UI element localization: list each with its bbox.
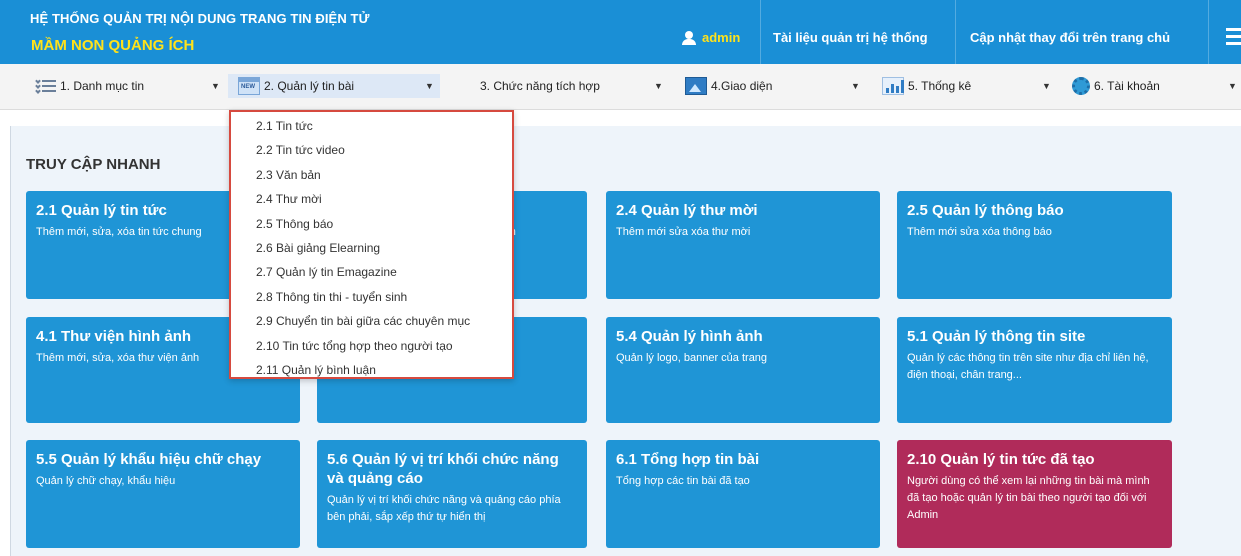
nav-item-news-management[interactable]: NEW 2. Quản lý tin bài ▼	[228, 74, 440, 98]
tile-desc: Quản lý logo, banner của trang	[616, 352, 768, 364]
tile-created-news[interactable]: 2.10 Quản lý tin tức đã tạo Người dùng c…	[897, 440, 1172, 548]
tile-images[interactable]: 5.4 Quản lý hình ảnh Quản lý logo, banne…	[606, 317, 880, 423]
dropdown-item[interactable]: 2.2 Tin tức video	[231, 138, 512, 162]
tile-title: 2.10 Quản lý tin tức đã tạo	[907, 451, 1095, 468]
tile-desc: Quản lý vị trí khối chức năng và quảng c…	[327, 494, 561, 523]
top-header: HỆ THỐNG QUẢN TRỊ NỘI DUNG TRANG TIN ĐIỆ…	[0, 0, 1241, 64]
caret-down-icon: ▼	[654, 81, 663, 91]
nav-label: 2. Quản lý tin bài	[264, 79, 355, 93]
dropdown-item[interactable]: 2.10 Tin tức tổng hợp theo người tạo	[231, 334, 512, 358]
nav-label: 4.Giao diện	[711, 79, 773, 93]
nav-label: 6. Tài khoản	[1094, 79, 1160, 93]
header-divider	[760, 0, 761, 64]
menu-icon[interactable]	[1226, 28, 1241, 46]
list-check-icon	[35, 78, 56, 94]
caret-down-icon: ▼	[851, 81, 860, 91]
nav-item-integrations[interactable]: 3. Chức năng tích hợp ▼	[458, 74, 668, 98]
chart-icon	[882, 77, 904, 95]
tile-desc: Quản lý chữ chạy, khẩu hiệu	[36, 475, 176, 487]
system-title: HỆ THỐNG QUẢN TRỊ NỘI DUNG TRANG TIN ĐIỆ…	[30, 11, 370, 26]
dropdown-item[interactable]: 2.4 Thư mời	[231, 187, 512, 211]
caret-down-icon: ▼	[1042, 81, 1051, 91]
username: admin	[702, 30, 741, 45]
site-name[interactable]: MẦM NON QUẢNG ÍCH	[31, 37, 194, 54]
tile-title: 5.4 Quản lý hình ảnh	[616, 328, 763, 345]
dropdown-item[interactable]: 2.1 Tin tức	[231, 114, 512, 138]
caret-down-icon: ▼	[425, 81, 434, 91]
main-nav: 1. Danh mục tin ▼ NEW 2. Quản lý tin bài…	[0, 64, 1241, 110]
tile-desc: Thêm mới sửa xóa thư mời	[616, 226, 751, 238]
tile-desc: Người dùng có thể xem lại những tin bài …	[907, 475, 1150, 521]
admin-docs-link[interactable]: Tài liệu quản trị hệ thống	[773, 30, 928, 45]
tile-block-positions[interactable]: 5.6 Quản lý vị trí khối chức năng và quả…	[317, 440, 587, 548]
tile-invitations[interactable]: 2.4 Quản lý thư mời Thêm mới sửa xóa thư…	[606, 191, 880, 299]
dropdown-item[interactable]: 2.3 Văn bản	[231, 163, 512, 187]
quick-access-title: TRUY CẬP NHANH	[26, 156, 161, 173]
user-icon	[681, 30, 699, 45]
gear-icon	[1072, 77, 1090, 95]
dropdown-item[interactable]: 2.9 Chuyển tin bài giữa các chuyên mục	[231, 309, 512, 333]
tile-title: 5.5 Quản lý khẩu hiệu chữ chạy	[36, 451, 262, 468]
nav-item-account[interactable]: 6. Tài khoản ▼	[1072, 74, 1240, 98]
news-management-dropdown: 2.1 Tin tức 2.2 Tin tức video 2.3 Văn bả…	[229, 110, 514, 379]
image-icon	[685, 77, 707, 95]
news-icon: NEW	[238, 77, 260, 95]
tile-title: 6.1 Tổng hợp tin bài	[616, 451, 760, 468]
tile-desc: Thêm mới sửa xóa thông báo	[907, 226, 1052, 238]
tile-title: 5.1 Quản lý thông tin site	[907, 328, 1086, 345]
tile-site-info[interactable]: 5.1 Quản lý thông tin site Quản lý các t…	[897, 317, 1172, 423]
tile-desc: Quản lý các thông tin trên site như địa …	[907, 352, 1149, 381]
dropdown-item[interactable]: 2.8 Thông tin thi - tuyển sinh	[231, 285, 512, 309]
dropdown-item[interactable]: 2.11 Quản lý bình luận	[231, 358, 512, 382]
nav-item-statistics[interactable]: 5. Thống kê ▼	[882, 74, 1057, 98]
tile-title: 2.5 Quản lý thông báo	[907, 202, 1064, 219]
dropdown-item[interactable]: 2.6 Bài giảng Elearning	[231, 236, 512, 260]
nav-label: 5. Thống kê	[908, 79, 972, 93]
header-divider	[955, 0, 956, 64]
dropdown-item[interactable]: 2.7 Quản lý tin Emagazine	[231, 260, 512, 284]
caret-down-icon: ▼	[1228, 81, 1237, 91]
nav-label: 1. Danh mục tin	[60, 79, 145, 93]
user-menu[interactable]: admin	[681, 30, 740, 45]
homepage-updates-link[interactable]: Cập nhật thay đổi trên trang chủ	[970, 30, 1170, 45]
nav-item-categories[interactable]: 1. Danh mục tin ▼	[35, 74, 226, 98]
tile-announcements[interactable]: 2.5 Quản lý thông báo Thêm mới sửa xóa t…	[897, 191, 1172, 299]
tile-desc: Tổng hợp các tin bài đã tạo	[616, 475, 750, 487]
caret-down-icon: ▼	[211, 81, 220, 91]
tile-news-summary[interactable]: 6.1 Tổng hợp tin bài Tổng hợp các tin bà…	[606, 440, 880, 548]
tile-title: 2.4 Quản lý thư mời	[616, 202, 758, 219]
header-divider	[1208, 0, 1209, 64]
nav-item-interface[interactable]: 4.Giao diện ▼	[685, 74, 865, 98]
grid-icon	[458, 78, 476, 94]
nav-label: 3. Chức năng tích hợp	[480, 79, 600, 93]
dropdown-item[interactable]: 2.5 Thông báo	[231, 212, 512, 236]
tile-title: 5.6 Quản lý vị trí khối chức năng và quả…	[327, 451, 559, 487]
tile-slogan-marquee[interactable]: 5.5 Quản lý khẩu hiệu chữ chạy Quản lý c…	[26, 440, 300, 548]
